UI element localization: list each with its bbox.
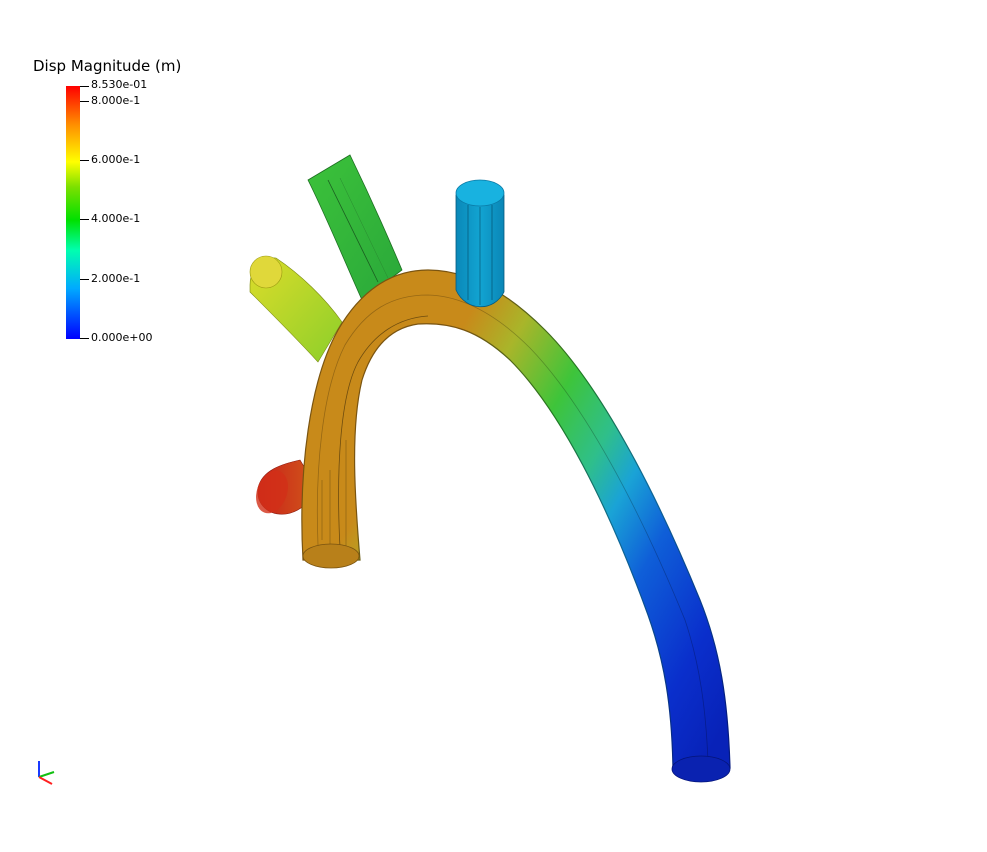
render-viewport[interactable] (0, 0, 987, 848)
branch-vessel-cyan (455, 179, 505, 308)
aortic-arch-tube (301, 269, 731, 783)
legend-tick-mark (80, 86, 89, 87)
legend-tick-label: 2.000e-1 (91, 272, 141, 285)
legend-tick-label: 8.530e-01 (91, 78, 148, 91)
orientation-axes-icon (30, 758, 58, 786)
legend-tick-mark (80, 338, 89, 339)
legend-tick-mark (80, 219, 89, 220)
branch-vessel-yellow (249, 255, 343, 363)
legend-title: Disp Magnitude (m) (33, 57, 182, 75)
color-scale-bar (66, 86, 80, 339)
legend-tick-label: 8.000e-1 (91, 94, 141, 107)
branch-vessel-green (307, 154, 403, 301)
legend-tick-label: 4.000e-1 (91, 212, 141, 225)
aortic-arch-model[interactable] (0, 0, 987, 848)
legend-tick-mark (80, 160, 89, 161)
legend-tick-label: 6.000e-1 (91, 153, 141, 166)
legend-tick-label: 0.000e+00 (91, 331, 153, 344)
legend-tick-mark (80, 101, 89, 102)
legend-tick-mark (80, 279, 89, 280)
